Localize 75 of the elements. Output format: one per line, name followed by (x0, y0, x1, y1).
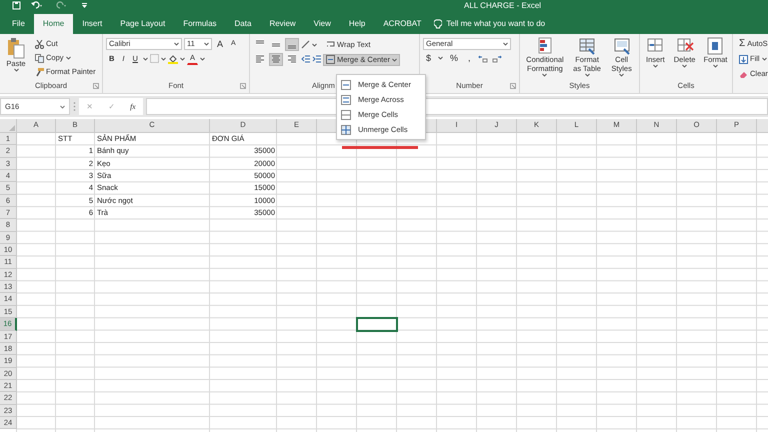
fill-down-icon (739, 54, 748, 64)
percent-button[interactable]: % (447, 52, 462, 64)
orientation-icon[interactable] (301, 40, 310, 49)
merge-icon (341, 110, 351, 120)
align-icon (255, 55, 265, 64)
align-icon (287, 55, 297, 64)
merge-icon (341, 80, 351, 90)
ribbon-tab[interactable]: Page Layout (111, 14, 174, 34)
wrap-icon (326, 40, 335, 49)
borders-icon[interactable] (150, 54, 159, 63)
caret-icon (392, 58, 397, 62)
conditional-formatting-icon (536, 37, 554, 55)
redo-icon[interactable] (55, 1, 67, 10)
table-icon (578, 37, 596, 55)
launcher-icon[interactable] (93, 83, 99, 89)
tell-me-field[interactable]: Tell me what you want to do (446, 18, 596, 30)
ribbon-tab[interactable]: Insert (73, 14, 112, 34)
caret-icon (584, 73, 590, 77)
select-all-icon (9, 125, 15, 131)
brush-icon (35, 68, 44, 76)
window-title: ALL CHARGE - Excel (464, 0, 542, 11)
lightbulb-icon (434, 18, 442, 30)
launcher-icon[interactable] (240, 83, 246, 89)
caret-icon (14, 68, 18, 72)
eraser-icon (739, 70, 748, 78)
caret-icon (312, 42, 317, 46)
ribbon-tab[interactable]: Formulas (174, 14, 226, 34)
align-icon (271, 55, 281, 64)
caret-icon (160, 56, 166, 60)
caret-icon (204, 42, 209, 46)
cell-styles-icon (612, 37, 631, 55)
merge-icon (341, 124, 351, 134)
caret-icon (438, 56, 444, 60)
save-icon[interactable] (12, 1, 21, 10)
caret-icon (174, 42, 179, 46)
customize-icon[interactable] (82, 3, 87, 8)
merge-icon (326, 55, 335, 64)
comma-button[interactable]: , (465, 52, 474, 64)
decrease-decimal-icon[interactable] (492, 54, 502, 62)
caret-icon (66, 56, 71, 60)
caret-icon (142, 56, 148, 60)
ribbon-tab[interactable]: Data (226, 14, 260, 34)
caret-icon (682, 64, 688, 68)
ribbon-tab[interactable]: Review (260, 14, 305, 34)
caret-icon (503, 42, 508, 46)
grip-icon (73, 101, 76, 112)
increase-indent-icon[interactable] (312, 55, 321, 64)
caret-icon (180, 56, 185, 60)
grow-font-button[interactable]: A (214, 38, 226, 50)
merge-icon (341, 94, 351, 104)
currency-button[interactable]: $ (423, 52, 434, 64)
horizontal-align-button[interactable] (269, 53, 283, 66)
vertical-align-button[interactable] (285, 38, 299, 51)
caret-icon (60, 104, 65, 108)
caret-icon (712, 64, 718, 68)
caret-icon (652, 64, 658, 68)
caret-icon (619, 73, 624, 77)
scissors-icon (35, 40, 44, 48)
ribbon-tab[interactable]: View (304, 14, 340, 34)
paste-icon (7, 37, 25, 59)
ribbon-tab[interactable]: Help (340, 14, 374, 34)
decrease-indent-icon[interactable] (301, 55, 310, 64)
caret-icon (200, 56, 205, 60)
ribbon-tab[interactable]: File (3, 14, 34, 34)
copy-icon (35, 54, 44, 62)
format-cells-icon (706, 37, 724, 55)
undo-icon[interactable] (31, 1, 43, 10)
increase-decimal-icon[interactable] (478, 54, 488, 62)
caret-icon (542, 73, 548, 77)
caret-icon (762, 57, 767, 61)
ribbon-tab[interactable]: Home (34, 14, 74, 34)
active-cell[interactable] (357, 318, 397, 330)
launcher-icon[interactable] (510, 83, 516, 89)
ribbon-tab[interactable]: ACROBAT (374, 14, 430, 34)
fill-color-icon[interactable] (168, 54, 178, 64)
